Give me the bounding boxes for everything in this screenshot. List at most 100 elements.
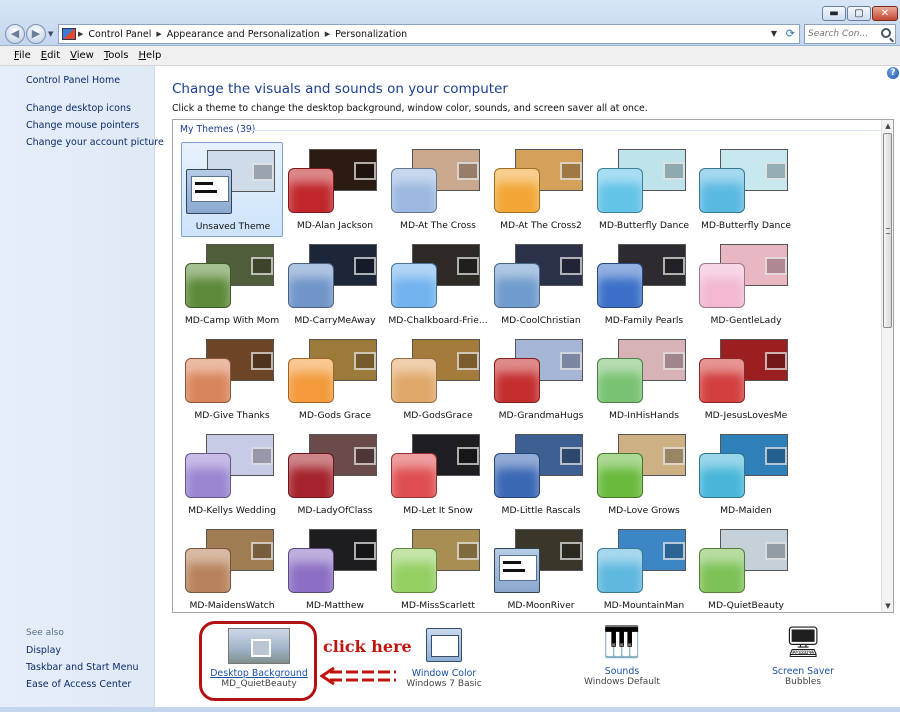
theme-tile[interactable]: MD-Camp With Mom (181, 237, 283, 332)
menu-help-label: elp (146, 50, 162, 61)
annotation-circle (199, 621, 317, 701)
theme-tile[interactable]: MD-Maiden (695, 427, 797, 522)
minimize-button[interactable]: ▬ (822, 6, 846, 21)
search-input[interactable] (805, 25, 877, 43)
theme-photo-frame (251, 542, 273, 560)
theme-tile[interactable]: MD-Chalkboard-Frie... (387, 237, 489, 332)
theme-tile[interactable]: MD-Love Grows (593, 427, 695, 522)
search-icon[interactable] (881, 28, 891, 38)
theme-photo-frame (457, 162, 479, 180)
theme-tile[interactable]: MD-Little Rascals (490, 427, 592, 522)
title-bar: ▬ ▢ ✕ ◀ ▶ ▼ ▶ Control Panel ▶ Appearance… (0, 0, 900, 46)
recent-pages-dropdown-icon[interactable]: ▼ (48, 30, 53, 38)
theme-tile[interactable]: MD-Butterfly Dance (593, 142, 695, 237)
theme-name: MD-Love Grows (608, 505, 680, 516)
window-color-swatch (288, 358, 334, 403)
theme-tile[interactable]: MD-LadyOfClass (284, 427, 386, 522)
change-account-picture-link[interactable]: Change your account picture (26, 137, 164, 148)
scroll-up-icon[interactable]: ▲ (882, 120, 893, 132)
theme-tile[interactable]: MD-GentleLady (695, 237, 797, 332)
refresh-icon[interactable]: ⟳ (786, 27, 795, 40)
theme-photo-frame (457, 352, 479, 370)
forward-button[interactable]: ▶ (26, 24, 46, 44)
menu-edit[interactable]: Edit (41, 50, 60, 61)
address-bar[interactable]: ▶ Control Panel ▶ Appearance and Persona… (58, 24, 800, 44)
theme-photo-frame (560, 542, 582, 560)
ease-of-access-link[interactable]: Ease of Access Center (26, 679, 131, 690)
theme-tile[interactable]: MD-MissScarlett (387, 522, 489, 612)
theme-tile[interactable]: MD-Butterfly Dance (695, 142, 797, 237)
close-icon: ✕ (880, 8, 890, 19)
theme-tile[interactable]: MD-MaidensWatch (181, 522, 283, 612)
display-link[interactable]: Display (26, 645, 61, 656)
theme-tile[interactable]: Unsaved Theme (181, 142, 283, 237)
scroll-down-icon[interactable]: ▼ (882, 600, 893, 612)
screen-saver-label[interactable]: Screen Saver (761, 666, 845, 677)
window-color-swatch (699, 168, 745, 213)
window-color-swatch (494, 168, 540, 213)
theme-photo-frame (765, 352, 787, 370)
control-panel-home-link[interactable]: Control Panel Home (26, 75, 120, 86)
window-color-label[interactable]: Window Color (399, 668, 489, 679)
address-dropdown-icon[interactable]: ▼ (771, 29, 777, 38)
theme-tile[interactable]: MD-CoolChristian (490, 237, 592, 332)
screen-saver-button[interactable]: 🖥 Screen Saver Bubbles (761, 624, 845, 687)
theme-tile[interactable]: MD-Let It Snow (387, 427, 489, 522)
menu-tools[interactable]: Tools (104, 50, 129, 61)
menu-file[interactable]: File (14, 50, 31, 61)
menu-help[interactable]: Help (139, 50, 162, 61)
theme-tile[interactable]: MD-At The Cross2 (490, 142, 592, 237)
breadcrumb-separator-icon[interactable]: ▶ (154, 30, 163, 38)
window-color-button[interactable]: Window Color Windows 7 Basic (399, 628, 489, 689)
breadcrumb-separator-icon[interactable]: ▶ (76, 30, 85, 38)
breadcrumb-control-panel[interactable]: Control Panel (85, 29, 154, 40)
page-description: Click a theme to change the desktop back… (172, 103, 648, 114)
theme-tile[interactable]: MD-At The Cross (387, 142, 489, 237)
window-preview (499, 555, 537, 581)
theme-tile[interactable]: MD-Family Pearls (593, 237, 695, 332)
theme-tile[interactable]: MD-MoonRiver (490, 522, 592, 612)
theme-photo-frame (663, 257, 685, 275)
breadcrumb-appearance[interactable]: Appearance and Personalization (164, 29, 323, 40)
search-box[interactable] (804, 24, 896, 44)
theme-tile[interactable]: MD-Kellys Wedding (181, 427, 283, 522)
theme-tile[interactable]: MD-Matthew (284, 522, 386, 612)
help-icon[interactable]: ? (887, 67, 899, 79)
theme-tile[interactable]: MD-GodsGrace (387, 332, 489, 427)
taskbar-start-menu-link[interactable]: Taskbar and Start Menu (26, 662, 138, 673)
theme-tile[interactable]: MD-CarryMeAway (284, 237, 386, 332)
theme-tile[interactable]: MD-Give Thanks (181, 332, 283, 427)
theme-tile[interactable]: MD-InHisHands (593, 332, 695, 427)
maximize-button[interactable]: ▢ (847, 6, 871, 21)
window-color-swatch (185, 358, 231, 403)
theme-photo-frame (457, 447, 479, 465)
change-desktop-icons-link[interactable]: Change desktop icons (26, 103, 131, 114)
menu-view[interactable]: View (70, 50, 94, 61)
back-button[interactable]: ◀ (5, 24, 25, 44)
theme-tile[interactable]: MD-GrandmaHugs (490, 332, 592, 427)
window-color-swatch (288, 168, 334, 213)
close-button[interactable]: ✕ (872, 6, 898, 21)
scrollbar-thumb[interactable] (883, 133, 892, 328)
theme-photo-frame (560, 352, 582, 370)
theme-name: MD-GrandmaHugs (498, 410, 584, 421)
theme-tile[interactable]: MD-MountainMan (593, 522, 695, 612)
window-color-swatch (391, 548, 437, 593)
theme-tile[interactable]: MD-Gods Grace (284, 332, 386, 427)
breadcrumb-personalization[interactable]: Personalization (332, 29, 410, 40)
sounds-button[interactable]: 🎹 Sounds Windows Default (575, 624, 669, 687)
themes-list[interactable]: My Themes (39) Unsaved Theme MD-Alan Jack… (172, 119, 894, 613)
group-divider (249, 130, 879, 131)
change-mouse-pointers-link[interactable]: Change mouse pointers (26, 120, 139, 131)
see-also-heading: See also (26, 628, 64, 638)
breadcrumb-separator-icon[interactable]: ▶ (323, 30, 332, 38)
theme-tile[interactable]: MD-QuietBeauty (695, 522, 797, 612)
theme-tile[interactable]: MD-JesusLovesMe (695, 332, 797, 427)
window-color-swatch (288, 548, 334, 593)
my-themes-group-header[interactable]: My Themes (39) (180, 124, 255, 135)
sounds-label[interactable]: Sounds (575, 666, 669, 677)
themes-scrollbar[interactable]: ▲ ▼ (881, 120, 893, 612)
menu-help-accel: H (138, 50, 147, 61)
theme-tile[interactable]: MD-Alan Jackson (284, 142, 386, 237)
theme-name: MD-Family Pearls (604, 315, 684, 326)
